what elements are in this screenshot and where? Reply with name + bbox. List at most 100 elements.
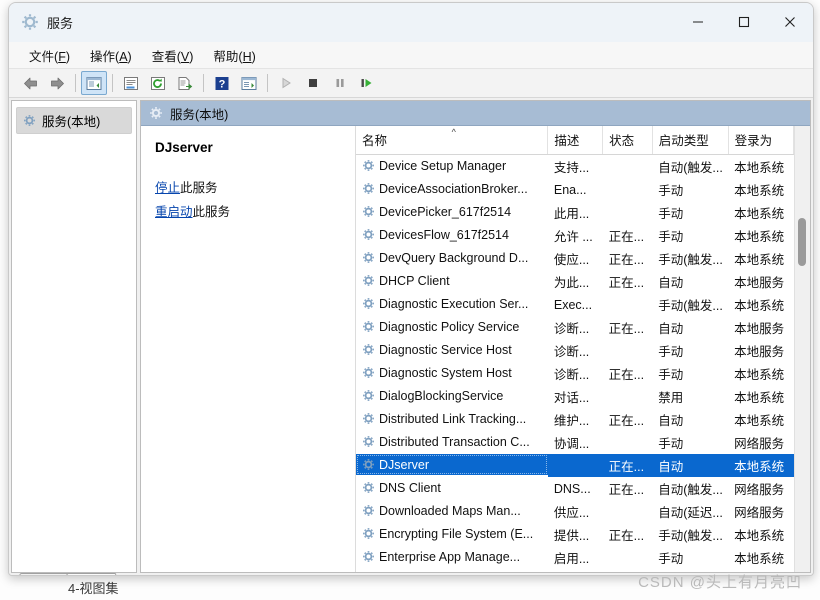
tab-standard[interactable]: 标准: [61, 573, 117, 575]
scrollbar-thumb[interactable]: [798, 218, 806, 266]
gear-icon: [362, 159, 375, 172]
cell-description: Ena...: [553, 182, 587, 197]
cell-startup-type: 手动: [658, 368, 684, 382]
table-row[interactable]: DevicePicker_617f2514 此用... 手动 本地系统: [356, 201, 794, 224]
gear-icon: [362, 458, 375, 471]
menu-action-label: 操作: [90, 49, 116, 64]
cell-startup-type: 自动: [658, 276, 684, 290]
service-name-text: Diagnostic System Host: [379, 365, 512, 380]
cell-startup-type: 手动: [658, 230, 684, 244]
title-bar: 服务: [9, 3, 813, 42]
restart-service-link[interactable]: 重启动此服务: [155, 201, 343, 220]
table-row[interactable]: DialogBlockingService 对话... 禁用 本地系统: [356, 385, 794, 408]
cell-description: 诊断...: [553, 368, 590, 382]
cell-service-name: Diagnostic Execution Ser...: [356, 293, 548, 314]
cell-log-on-as: 本地服务: [734, 276, 785, 290]
column-header-log-on-as[interactable]: 登录为: [728, 126, 794, 155]
column-header-status[interactable]: 状态: [602, 126, 653, 155]
service-name-text: Downloaded Maps Man...: [379, 503, 521, 518]
table-row[interactable]: DHCP Client 为此... 正在... 自动 本地服务: [356, 270, 794, 293]
cell-status: [603, 293, 653, 316]
cell-description: Exec...: [553, 297, 593, 312]
pause-service-icon[interactable]: [327, 71, 353, 95]
tree-node-label: 服务(本地): [42, 115, 101, 129]
column-header-startup-type[interactable]: 启动类型: [652, 126, 729, 155]
close-icon[interactable]: [767, 3, 813, 41]
help-icon[interactable]: ?: [209, 71, 235, 95]
cell-service-name: Distributed Link Tracking...: [356, 408, 548, 429]
cell-service-name: Downloaded Maps Man...: [356, 500, 548, 521]
cell-service-name: DevicePicker_617f2514: [356, 201, 548, 222]
column-header-name-label: 名称: [362, 134, 388, 148]
show-hide-tree-icon[interactable]: [81, 71, 107, 95]
refresh-icon[interactable]: [145, 71, 171, 95]
sort-ascending-icon: ^: [451, 127, 456, 137]
column-header-description[interactable]: 描述: [547, 126, 604, 155]
table-row[interactable]: Device Setup Manager 支持... 自动(触发... 本地系统: [356, 155, 794, 179]
start-service-icon[interactable]: [273, 71, 299, 95]
tab-extended[interactable]: 扩展: [14, 573, 70, 575]
table-row[interactable]: Encrypting File System (E... 提供... 正在... 手动…: [356, 523, 794, 546]
menu-help[interactable]: 帮助(H): [203, 43, 265, 68]
export-list-icon[interactable]: [172, 71, 198, 95]
cell-log-on-as: 本地系统: [734, 368, 785, 382]
table-row[interactable]: Diagnostic System Host 诊断... 正在... 手动 本地系统: [356, 362, 794, 385]
cell-service-name: DHCP Client: [356, 270, 548, 291]
table-row[interactable]: Distributed Transaction C... 协调... 手动 网络服务: [356, 431, 794, 454]
toolbar-separator: [203, 74, 204, 92]
pane-body: DJserver 停止此服务 重启动此服务 名称 ^ 描述 状态 启动类型 登录…: [141, 126, 810, 572]
menu-file[interactable]: 文件(F): [19, 43, 80, 68]
stop-service-link[interactable]: 停止此服务: [155, 177, 343, 196]
window-title: 服务: [47, 15, 74, 31]
table-row[interactable]: Diagnostic Policy Service 诊断... 正在... 自动 本地服…: [356, 316, 794, 339]
table-row[interactable]: Downloaded Maps Man... 供应... 自动(延迟... 网络服务: [356, 500, 794, 523]
back-icon[interactable]: [17, 71, 43, 95]
cell-startup-type: 手动(触发...: [658, 529, 723, 543]
cell-description: 为此...: [553, 276, 590, 290]
table-row[interactable]: DNS Client DNS... 正在... 自动(触发... 网络服务: [356, 477, 794, 500]
column-header-name[interactable]: 名称 ^: [356, 126, 549, 155]
forward-icon[interactable]: [44, 71, 70, 95]
cell-service-name: Device Setup Manager: [356, 155, 548, 176]
cell-status: [603, 385, 653, 408]
tree-node-services-local[interactable]: 服务(本地): [16, 107, 132, 134]
menu-help-label: 帮助: [213, 49, 239, 64]
stop-service-link-text: 停止: [155, 181, 181, 195]
cell-startup-type: 自动: [658, 322, 684, 336]
table-row[interactable]: Diagnostic Service Host 诊断... 手动 本地服务: [356, 339, 794, 362]
table-row[interactable]: DevicesFlow_617f2514 允许 ... 正在... 手动 本地系统: [356, 224, 794, 247]
content-area: 服务(本地) 服务(本地) DJserver 停止此服务 重启动此服务 名称 ^…: [9, 98, 813, 573]
table-row[interactable]: Enterprise App Manage... 启用... 手动 本地系统: [356, 546, 794, 569]
gear-icon: [362, 228, 375, 241]
properties-icon[interactable]: [118, 71, 144, 95]
cell-description: 提供...: [553, 529, 590, 543]
service-name-text: Diagnostic Service Host: [379, 342, 512, 357]
cell-log-on-as: 本地系统: [734, 414, 785, 428]
menu-view[interactable]: 查看(V): [142, 43, 204, 68]
cell-log-on-as: 本地系统: [728, 454, 794, 477]
stop-service-icon[interactable]: [300, 71, 326, 95]
cell-status: 正在...: [608, 253, 645, 267]
menu-action[interactable]: 操作(A): [80, 43, 142, 68]
service-name-text: Device Setup Manager: [379, 158, 507, 173]
maximize-icon[interactable]: [721, 3, 767, 41]
gear-icon: [362, 435, 375, 448]
vertical-scrollbar[interactable]: [794, 126, 810, 572]
show-action-pane-icon[interactable]: [236, 71, 262, 95]
minimize-icon[interactable]: [675, 3, 721, 41]
gear-icon: [362, 320, 375, 333]
table-row[interactable]: DevQuery Background D... 使应... 正在... 手动(触发.…: [356, 247, 794, 270]
cell-service-name: Extensible Authentication...: [356, 569, 548, 572]
cell-status: [603, 339, 653, 362]
table-row[interactable]: Diagnostic Execution Ser... Exec... 手动(触发.…: [356, 293, 794, 316]
service-name-text: Encrypting File System (E...: [379, 526, 534, 541]
services-window: 服务 文件(F) 操作(A) 查看(V) 帮助(H) ? 服务(本地) 服务(本…: [8, 2, 814, 576]
restart-service-icon[interactable]: [354, 71, 380, 95]
table-row[interactable]: Distributed Link Tracking... 维护... 正在... 自动…: [356, 408, 794, 431]
stop-service-link-suffix: 此服务: [180, 181, 218, 195]
table-row[interactable]: DJserver 正在... 自动 本地系统: [356, 454, 794, 477]
gear-icon: [23, 114, 36, 127]
cell-description: 允许 ...: [553, 230, 593, 244]
gear-icon: [362, 343, 375, 356]
table-row[interactable]: DeviceAssociationBroker... Ena... 手动 本地系统: [356, 178, 794, 201]
